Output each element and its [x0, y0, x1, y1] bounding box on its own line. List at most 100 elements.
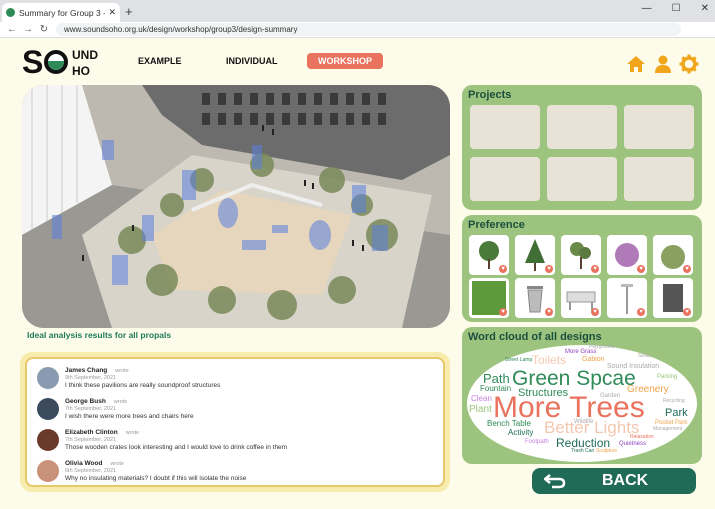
- preference-trash-can-item[interactable]: ♥: [515, 278, 555, 318]
- comments-list[interactable]: James Chang wrote 9th September, 2021 I t…: [25, 357, 445, 487]
- return-arrow-icon: [544, 474, 566, 489]
- word-cloud-panel: Word cloud of all designs More Trees Gre…: [462, 327, 702, 464]
- word-cloud-word: Fountain: [480, 384, 512, 393]
- logo-text-und: UND: [72, 48, 98, 62]
- nav-tab-workshop[interactable]: WORKSHOP: [307, 53, 383, 69]
- logo-letter-s: S: [22, 44, 44, 80]
- preference-gabion-item[interactable]: ♥: [653, 278, 693, 318]
- heart-icon[interactable]: ♥: [683, 265, 691, 273]
- minimize-button[interactable]: —: [642, 3, 652, 14]
- browser-tab-bar: Summary for Group 3 - S... ✕ + — ☐ ✕: [0, 0, 715, 22]
- word-cloud-word: Plant: [469, 404, 492, 415]
- back-label: BACK: [602, 472, 649, 489]
- maximize-button[interactable]: ☐: [672, 3, 681, 14]
- heart-icon[interactable]: ♥: [637, 308, 645, 316]
- word-cloud-word: Management: [653, 426, 683, 432]
- word-cloud: More Trees Green Spcae Better Lights Toi…: [467, 345, 697, 462]
- word-cloud-word: Sculpture: [596, 448, 618, 454]
- heart-icon[interactable]: ♥: [499, 308, 507, 316]
- nav-tab-individual[interactable]: INDIVIDUAL: [226, 56, 278, 66]
- comment-item: James Chang wrote 9th September, 2021 I t…: [35, 365, 435, 396]
- word-cloud-word: Clean: [471, 394, 492, 403]
- back-button[interactable]: BACK: [532, 468, 696, 494]
- heart-icon[interactable]: ♥: [545, 308, 553, 316]
- project-thumbnail[interactable]: [470, 105, 540, 149]
- logo-ring-icon: [44, 50, 68, 74]
- projects-title: Projects: [468, 89, 512, 101]
- word-cloud-word: Footpath: [525, 439, 549, 445]
- image-caption: Ideal analysis results for all propals: [27, 330, 172, 340]
- browser-nav-bar: ← → ↻ www.soundsoho.org.uk/design/worksh…: [0, 22, 715, 38]
- reload-icon[interactable]: ↻: [36, 24, 52, 35]
- nav-tab-example[interactable]: EXAMPLE: [138, 56, 182, 66]
- new-tab-button[interactable]: +: [125, 4, 133, 19]
- heart-icon[interactable]: ♥: [499, 265, 507, 273]
- word-cloud-word: Parking: [657, 374, 678, 380]
- comment-date: 7th September, 2021: [65, 437, 117, 443]
- comment-text: I think these pavilions are really sound…: [65, 382, 221, 389]
- word-cloud-title: Word cloud of all designs: [468, 331, 602, 343]
- comment-item: George Bush wrote 7th September, 2021 I w…: [35, 396, 435, 427]
- plaza-design-image: [22, 85, 450, 328]
- preference-panel: Preference ♥ ♥ ♥ ♥ ♥ ♥ ♥ ♥ ♥ ♥: [462, 215, 702, 322]
- avatar: [37, 398, 59, 420]
- comment-date: 7th September, 2021: [65, 406, 117, 412]
- comment-author: Olivia Wood wrote: [65, 460, 124, 467]
- project-thumbnail[interactable]: [624, 105, 694, 149]
- word-cloud-word: Playground: [589, 344, 615, 350]
- word-cloud-word: Sound Insulation: [607, 363, 660, 370]
- avatar: [37, 367, 59, 389]
- user-icon[interactable]: [653, 54, 673, 74]
- preference-tree-item[interactable]: ♥: [515, 235, 555, 275]
- tab-close-icon[interactable]: ✕: [108, 7, 116, 18]
- preference-tree-item[interactable]: ♥: [469, 235, 509, 275]
- preference-flower-item[interactable]: ♥: [607, 235, 647, 275]
- preference-street-lamp-item[interactable]: ♥: [607, 278, 647, 318]
- site-favicon-icon: [6, 8, 15, 17]
- heart-icon[interactable]: ♥: [545, 265, 553, 273]
- project-thumbnail[interactable]: [547, 157, 617, 201]
- comment-date: 6th September, 2021: [65, 468, 117, 474]
- word-cloud-word: Garden: [600, 393, 621, 399]
- comment-date: 9th September, 2021: [65, 375, 117, 381]
- word-cloud-word: Structures: [518, 387, 569, 399]
- comment-text: I wish there were more trees and chairs …: [65, 413, 194, 420]
- heart-icon[interactable]: ♥: [637, 265, 645, 273]
- window-controls: — ☐ ✕: [642, 3, 709, 14]
- home-icon[interactable]: [626, 54, 646, 74]
- browser-tab[interactable]: Summary for Group 3 - S... ✕: [2, 3, 120, 22]
- comment-author: James Chang wrote: [65, 367, 129, 374]
- preference-shrub-item[interactable]: ♥: [653, 235, 693, 275]
- word-cloud-word: Toilets: [532, 353, 567, 367]
- preference-plant-item[interactable]: ♥: [561, 235, 601, 275]
- project-thumbnail[interactable]: [547, 105, 617, 149]
- comment-item: Olivia Wood wrote 6th September, 2021 Why…: [35, 458, 435, 489]
- preference-grass-item[interactable]: ♥: [469, 278, 509, 318]
- address-bar[interactable]: www.soundsoho.org.uk/design/workshop/gro…: [56, 23, 681, 36]
- word-cloud-word: Activity: [508, 428, 534, 437]
- heart-icon[interactable]: ♥: [591, 265, 599, 273]
- heart-icon[interactable]: ♥: [591, 308, 599, 316]
- app-header: S UND HO EXAMPLE INDIVIDUAL WORKSHOP: [0, 38, 715, 88]
- project-thumbnail[interactable]: [624, 157, 694, 201]
- back-arrow-icon[interactable]: ←: [4, 24, 20, 35]
- word-cloud-word: Recycling: [663, 398, 685, 404]
- word-cloud-word: Bench Table: [487, 419, 531, 428]
- word-cloud-word: Trash Can: [571, 448, 595, 454]
- word-cloud-word: Quietness: [619, 441, 647, 447]
- preference-bench-item[interactable]: ♥: [561, 278, 601, 318]
- word-cloud-word: Green Spcae: [512, 367, 636, 390]
- comment-text: Why no insulating materials? I doubt if …: [65, 475, 247, 482]
- comment-item: Elizabeth Clinton wrote 7th September, 20…: [35, 427, 435, 458]
- word-cloud-word: Street Lamp: [505, 357, 533, 363]
- tab-title: Summary for Group 3 - S...: [19, 7, 105, 18]
- comment-author: George Bush wrote: [65, 398, 128, 405]
- heart-icon[interactable]: ♥: [683, 308, 691, 316]
- close-window-button[interactable]: ✕: [701, 3, 709, 14]
- word-cloud-word: Gabion: [582, 356, 605, 363]
- project-thumbnail[interactable]: [470, 157, 540, 201]
- word-cloud-word: Park: [665, 407, 688, 419]
- soundsoho-logo[interactable]: S UND HO: [22, 44, 102, 82]
- forward-arrow-icon[interactable]: →: [20, 24, 36, 35]
- gear-icon[interactable]: [679, 54, 699, 74]
